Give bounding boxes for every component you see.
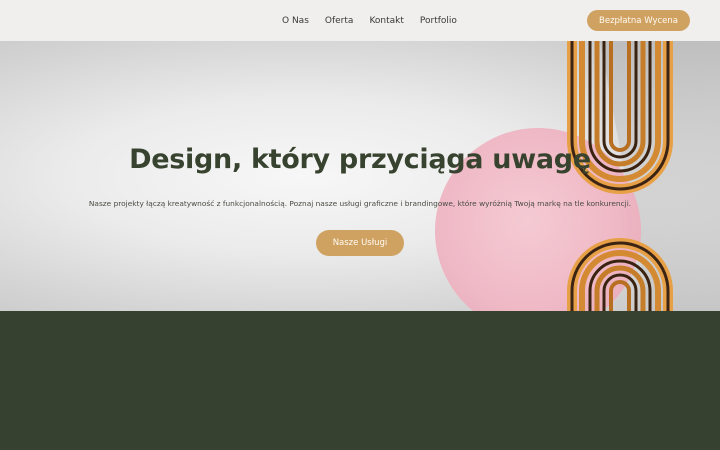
hero-subtitle: Nasze projekty łączą kreatywność z funkc… [88, 199, 632, 208]
hero-background-image [435, 41, 720, 311]
nav-link-kontakt[interactable]: Kontakt [369, 16, 403, 26]
our-services-button[interactable]: Nasze Usługi [316, 230, 404, 256]
top-navbar: O Nas Oferta Kontakt Portfolio Bezpłatna… [0, 0, 720, 41]
nav-link-portfolio[interactable]: Portfolio [420, 16, 457, 26]
hero-title: Design, który przyciąga uwagę [129, 144, 591, 175]
free-quote-button[interactable]: Bezpłatna Wycena [587, 10, 690, 31]
hero-section: Design, który przyciąga uwagę Nasze proj… [0, 41, 720, 311]
main-nav: O Nas Oferta Kontakt Portfolio [282, 0, 457, 41]
dark-green-section [0, 311, 720, 450]
nav-link-o-nas[interactable]: O Nas [282, 16, 309, 26]
nav-link-oferta[interactable]: Oferta [325, 16, 354, 26]
